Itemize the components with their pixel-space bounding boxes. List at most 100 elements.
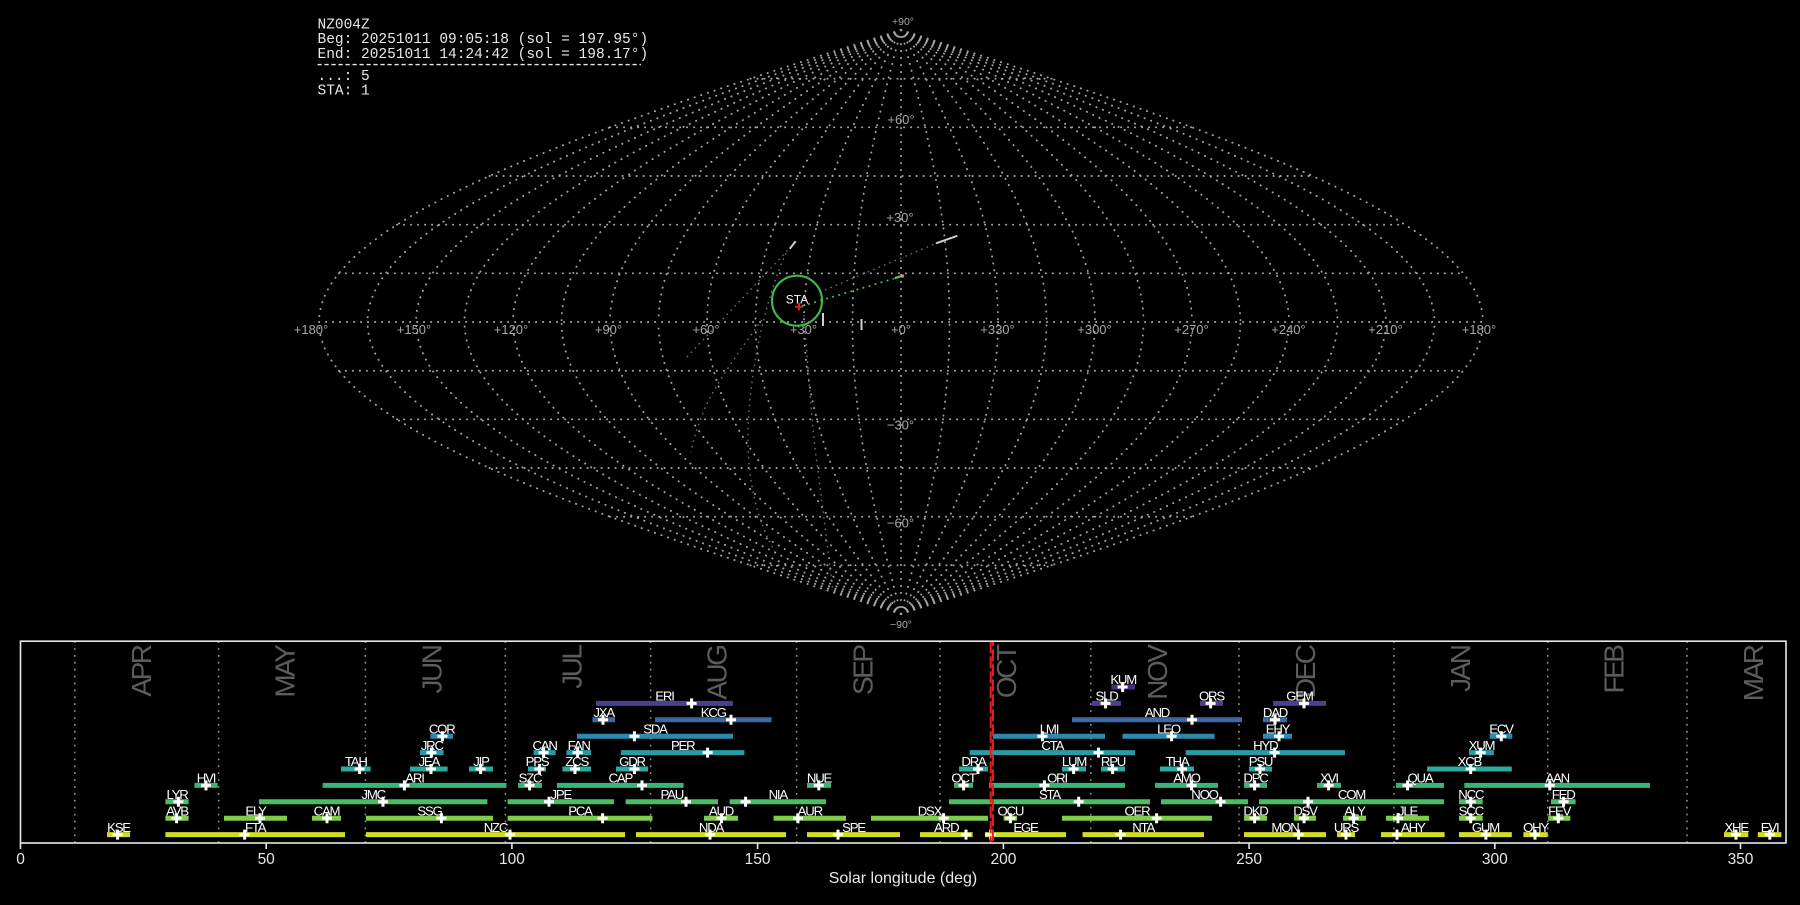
svg-text:+120°: +120°	[494, 322, 528, 337]
svg-text:AUR: AUR	[798, 803, 823, 818]
svg-text:+0°: +0°	[891, 322, 911, 337]
svg-text:+330°: +330°	[980, 322, 1014, 337]
svg-text:EVI: EVI	[1761, 820, 1779, 835]
svg-text:KCG: KCG	[701, 705, 727, 720]
svg-text:+150°: +150°	[397, 322, 431, 337]
svg-text:+180°: +180°	[294, 322, 328, 337]
svg-text:−90°: −90°	[890, 619, 912, 631]
svg-text:SCC: SCC	[1459, 803, 1485, 818]
svg-text:ARD: ARD	[934, 820, 959, 835]
svg-text:HYD: HYD	[1253, 738, 1278, 753]
svg-text:EGE: EGE	[1013, 820, 1039, 835]
svg-text:+270°: +270°	[1174, 322, 1208, 337]
svg-text:NTA: NTA	[1132, 820, 1155, 835]
svg-text:ELY: ELY	[245, 803, 267, 818]
svg-text:SSG: SSG	[417, 803, 442, 818]
svg-text:PSU: PSU	[1249, 754, 1273, 769]
svg-text:AND: AND	[1145, 705, 1170, 720]
svg-text:+60°: +60°	[887, 112, 914, 127]
svg-text:DSX: DSX	[918, 803, 943, 818]
svg-text:COR: COR	[429, 721, 455, 736]
svg-text:NDA: NDA	[699, 820, 725, 835]
svg-text:OCT: OCT	[951, 771, 976, 786]
svg-text:+60°: +60°	[692, 322, 719, 337]
svg-text:+90°: +90°	[892, 16, 914, 28]
svg-text:PER: PER	[671, 738, 695, 753]
svg-text:THA: THA	[1166, 754, 1190, 769]
svg-text:FEB: FEB	[1599, 645, 1630, 694]
svg-text:CAP: CAP	[609, 771, 634, 786]
svg-text:...: 5: ...: 5	[318, 69, 370, 85]
svg-text:FTA: FTA	[245, 820, 267, 835]
svg-text:DAD: DAD	[1263, 705, 1288, 720]
svg-text:STA: 1: STA: 1	[318, 84, 370, 100]
svg-text:XVI: XVI	[1320, 771, 1338, 786]
svg-text:DRA: DRA	[961, 754, 987, 769]
svg-text:AHY: AHY	[1401, 820, 1426, 835]
svg-text:−60°: −60°	[887, 516, 914, 531]
svg-text:+90°: +90°	[595, 322, 622, 337]
svg-text:OCU: OCU	[997, 803, 1023, 818]
svg-text:TAH: TAH	[345, 754, 367, 769]
svg-text:LEO: LEO	[1157, 721, 1181, 736]
svg-text:GEM: GEM	[1286, 689, 1313, 704]
svg-text:HVI: HVI	[197, 771, 216, 786]
svg-text:ORI: ORI	[1047, 771, 1067, 786]
svg-text:STA: STA	[1039, 787, 1061, 802]
svg-text:AAN: AAN	[1545, 771, 1569, 786]
svg-text:DPC: DPC	[1243, 771, 1269, 786]
svg-text:SEP: SEP	[848, 645, 879, 695]
svg-text:XHE: XHE	[1724, 820, 1749, 835]
svg-text:STA: STA	[786, 292, 808, 306]
svg-text:+210°: +210°	[1368, 322, 1402, 337]
svg-text:APR: APR	[126, 645, 157, 696]
svg-text:SZC: SZC	[519, 771, 543, 786]
svg-text:200: 200	[990, 851, 1016, 868]
svg-text:JLE: JLE	[1398, 803, 1419, 818]
svg-text:JMC: JMC	[361, 787, 386, 802]
svg-text:EHY: EHY	[1266, 721, 1291, 736]
svg-text:OER: OER	[1125, 803, 1151, 818]
svg-text:NZC: NZC	[484, 820, 509, 835]
svg-text:GUM: GUM	[1472, 820, 1499, 835]
svg-text:JXA: JXA	[593, 705, 615, 720]
svg-text:JRC: JRC	[421, 738, 445, 753]
svg-text:ERI: ERI	[655, 689, 674, 704]
svg-text:ZCS: ZCS	[565, 754, 589, 769]
svg-text:OHY: OHY	[1523, 820, 1549, 835]
svg-text:+180°: +180°	[1462, 322, 1496, 337]
svg-text:FED: FED	[1552, 787, 1575, 802]
svg-text:FEV: FEV	[1548, 803, 1571, 818]
svg-text:250: 250	[1236, 851, 1262, 868]
svg-text:SPE: SPE	[842, 820, 866, 835]
svg-text:150: 150	[745, 851, 771, 868]
svg-text:50: 50	[258, 851, 276, 868]
svg-text:DKD: DKD	[1243, 803, 1268, 818]
svg-text:FAN: FAN	[568, 738, 591, 753]
svg-text:NCC: NCC	[1458, 787, 1485, 802]
svg-text:+300°: +300°	[1077, 322, 1111, 337]
svg-text:NIA: NIA	[769, 787, 789, 802]
svg-text:MAY: MAY	[270, 644, 301, 698]
svg-text:350: 350	[1728, 851, 1754, 868]
svg-text:ORS: ORS	[1199, 689, 1225, 704]
svg-text:OCT: OCT	[991, 644, 1022, 698]
svg-text:AMO: AMO	[1173, 771, 1200, 786]
svg-text:LUM: LUM	[1062, 754, 1086, 769]
svg-text:+240°: +240°	[1271, 322, 1305, 337]
svg-text:−30°: −30°	[887, 418, 914, 433]
svg-text:AUD: AUD	[709, 803, 734, 818]
svg-text:MAR: MAR	[1738, 645, 1769, 701]
svg-text:AVB: AVB	[166, 803, 189, 818]
svg-text:NOO: NOO	[1191, 787, 1218, 802]
svg-text:SDA: SDA	[643, 721, 668, 736]
svg-text:LMI: LMI	[1040, 721, 1059, 736]
svg-text:Beg: 20251011 09:05:18 (sol =: Beg: 20251011 09:05:18 (sol = 197.95°)	[318, 32, 649, 48]
svg-text:JUN: JUN	[416, 646, 447, 693]
svg-text:End: 20251011 14:24:42 (sol =: End: 20251011 14:24:42 (sol = 198.17°)	[318, 47, 649, 63]
svg-text:100: 100	[499, 851, 525, 868]
svg-text:NUE: NUE	[807, 771, 833, 786]
svg-text:PCA: PCA	[568, 803, 593, 818]
svg-text:URS: URS	[1334, 820, 1360, 835]
svg-text:CAN: CAN	[532, 738, 557, 753]
